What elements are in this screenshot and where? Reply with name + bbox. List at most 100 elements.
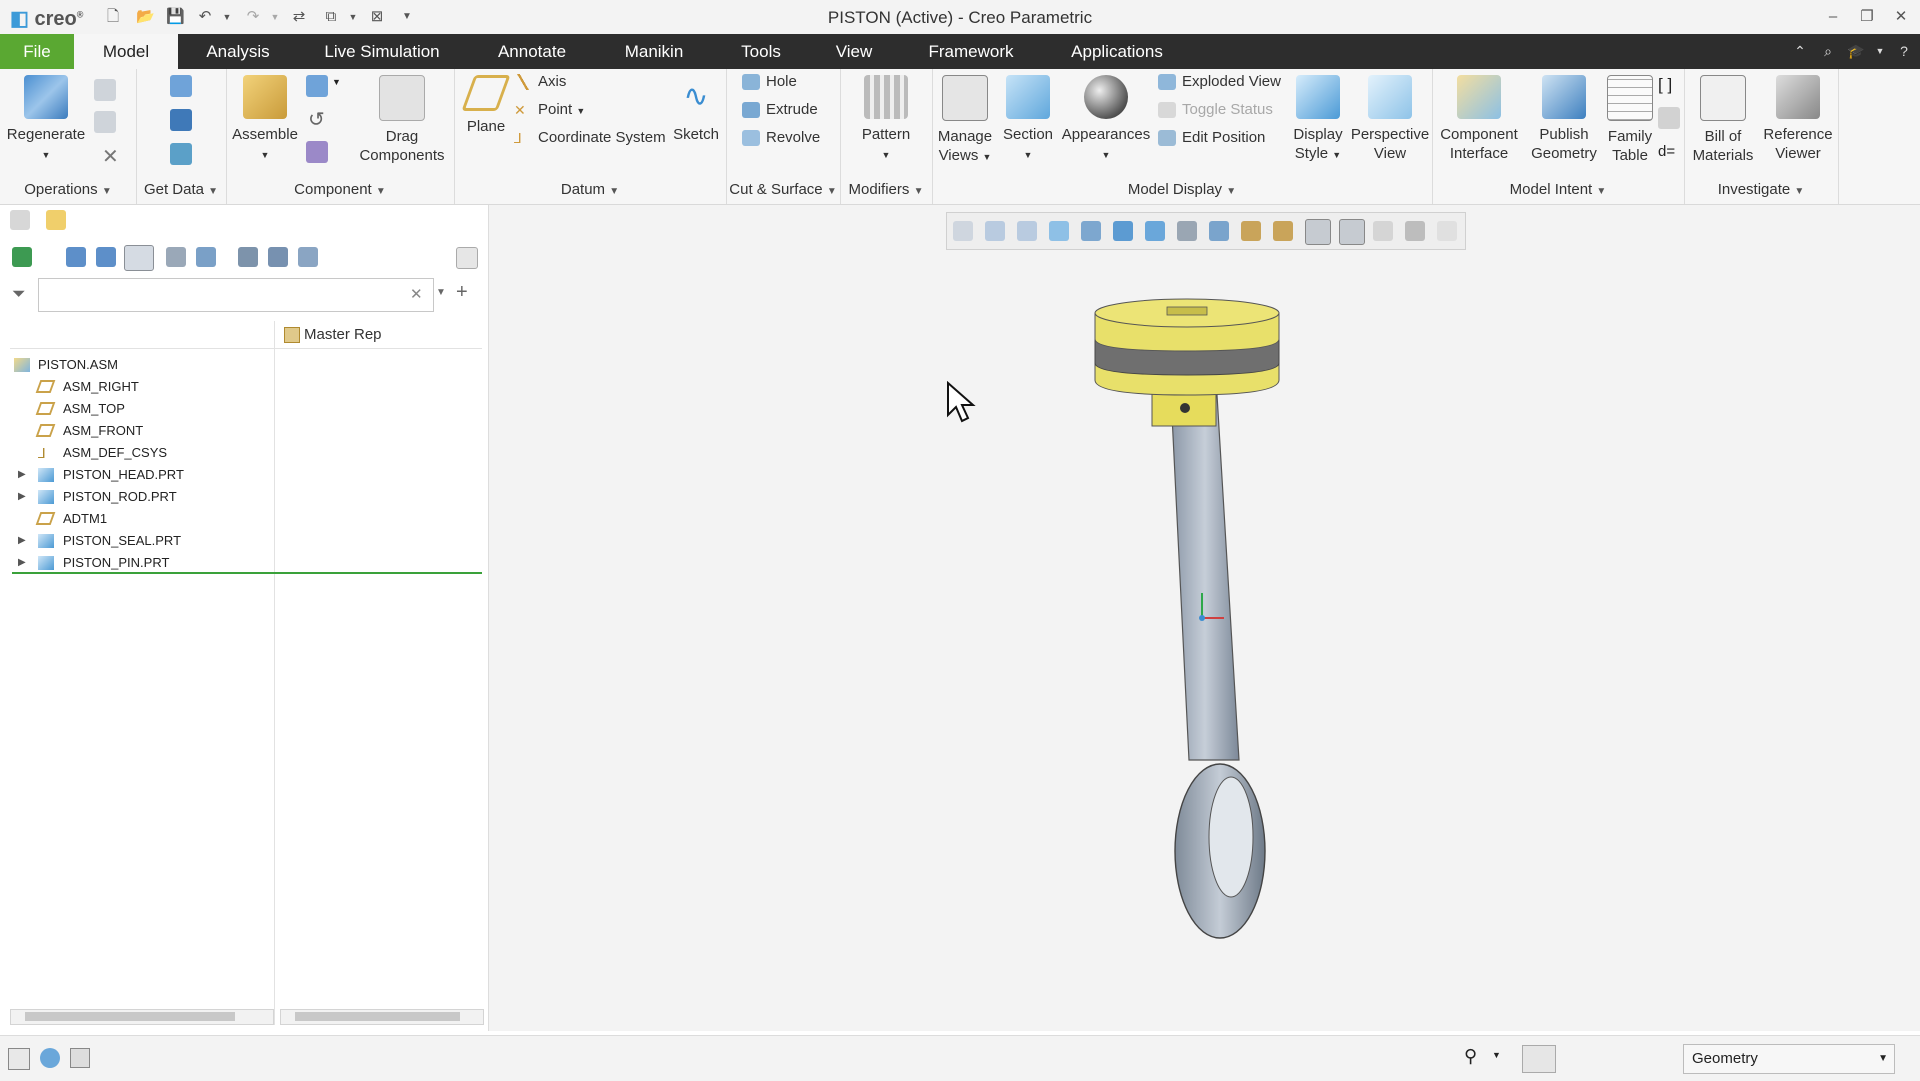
- tree-item-asm-top[interactable]: ASM_TOP: [0, 398, 274, 420]
- hole-button[interactable]: Hole: [742, 71, 797, 93]
- help-icon[interactable]: ?: [1894, 41, 1914, 61]
- plane-button[interactable]: Plane: [458, 75, 514, 136]
- repeat-icon[interactable]: ↺: [308, 107, 325, 132]
- point-button[interactable]: ✕ Point ▼: [514, 99, 585, 121]
- user-defined-feature-icon[interactable]: [170, 75, 192, 97]
- tab-framework[interactable]: Framework: [912, 34, 1030, 69]
- minimize-icon[interactable]: –: [1822, 6, 1844, 28]
- group-label-model-display[interactable]: Model Display ▼: [932, 181, 1432, 198]
- create-component-dropdown-icon[interactable]: ▼: [332, 77, 341, 87]
- expand-arrow-icon[interactable]: ▶: [18, 486, 26, 508]
- group-label-cut-surface[interactable]: Cut & Surface ▼: [726, 181, 840, 198]
- family-table-button[interactable]: Family Table: [1604, 75, 1656, 165]
- paste-icon[interactable]: [94, 111, 116, 133]
- tree-filters-icon[interactable]: [66, 247, 86, 267]
- tree-options-icon[interactable]: [298, 247, 318, 267]
- model-tree-tab-icon[interactable]: [10, 210, 30, 230]
- tree-item-piston-head[interactable]: ▶ PISTON_HEAD.PRT: [0, 464, 274, 486]
- tree-item-piston-rod[interactable]: ▶ PISTON_ROD.PRT: [0, 486, 274, 508]
- piston-assembly-model[interactable]: [489, 205, 1920, 1031]
- group-label-modifiers[interactable]: Modifiers ▼: [840, 181, 932, 198]
- group-label-component[interactable]: Component ▼: [226, 181, 454, 198]
- switch-dimensions-icon[interactable]: d=: [1658, 143, 1675, 160]
- folder-browser-tab-icon[interactable]: [46, 210, 66, 230]
- group-label-investigate[interactable]: Investigate ▼: [1684, 181, 1838, 198]
- navigator-toggle-icon[interactable]: [8, 1048, 30, 1070]
- reference-viewer-button[interactable]: Reference Viewer: [1760, 75, 1836, 163]
- search-dropdown-icon[interactable]: ▼: [436, 287, 446, 298]
- perspective-view-button[interactable]: Perspective View: [1350, 75, 1430, 163]
- create-component-icon[interactable]: [306, 75, 328, 97]
- collapse-ribbon-icon[interactable]: ⌃: [1790, 41, 1810, 61]
- group-label-datum[interactable]: Datum ▼: [454, 181, 726, 198]
- add-column-icon[interactable]: +: [456, 281, 468, 304]
- assemble-button[interactable]: Assemble ▼: [230, 75, 300, 165]
- expand-arrow-icon[interactable]: ▶: [18, 464, 26, 486]
- tab-tools[interactable]: Tools: [724, 34, 798, 69]
- appearances-button[interactable]: Appearances ▼: [1060, 75, 1152, 165]
- restore-icon[interactable]: ❐: [1856, 6, 1878, 28]
- section-button[interactable]: Section ▼: [998, 75, 1058, 165]
- tree-item-asm-def-csys[interactable]: ⅃ ASM_DEF_CSYS: [0, 442, 274, 464]
- parameters-icon[interactable]: [1658, 107, 1680, 129]
- expand-arrow-icon[interactable]: ▶: [18, 552, 26, 574]
- tree-search-input[interactable]: [38, 278, 434, 312]
- group-label-operations[interactable]: Operations ▼: [0, 181, 136, 198]
- expand-all-icon[interactable]: [166, 247, 186, 267]
- tree-item-piston-asm[interactable]: PISTON.ASM: [0, 354, 274, 376]
- search-icon[interactable]: ⌕: [1818, 41, 1838, 61]
- find-icon[interactable]: ⚲: [1464, 1046, 1486, 1068]
- bill-of-materials-button[interactable]: Bill of Materials: [1686, 75, 1760, 165]
- tab-analysis[interactable]: Analysis: [188, 34, 288, 69]
- publish-geometry-button[interactable]: Publish Geometry: [1524, 75, 1604, 163]
- tab-model[interactable]: Model: [74, 34, 178, 69]
- detail-panel-icon[interactable]: [456, 247, 478, 269]
- piston-rod[interactable]: [1170, 394, 1240, 761]
- delete-icon[interactable]: ✕: [102, 144, 119, 169]
- coordinate-system-button[interactable]: ⅃ Coordinate System: [514, 127, 666, 149]
- insert-indicator[interactable]: [12, 572, 482, 574]
- tree-item-piston-seal[interactable]: ▶ PISTON_SEAL.PRT: [0, 530, 274, 552]
- manage-views-button[interactable]: Manage Views ▼: [934, 75, 996, 167]
- toggle-status-button[interactable]: Toggle Status: [1158, 99, 1273, 121]
- component-interface-button[interactable]: Component Interface: [1436, 75, 1522, 163]
- group-label-model-intent[interactable]: Model Intent ▼: [1432, 181, 1684, 198]
- tab-applications[interactable]: Applications: [1054, 34, 1180, 69]
- tree-item-asm-right[interactable]: ASM_RIGHT: [0, 376, 274, 398]
- find-dropdown-icon[interactable]: ▼: [1492, 1050, 1501, 1060]
- column-divider[interactable]: [274, 321, 275, 1025]
- extrude-button[interactable]: Extrude: [742, 99, 818, 121]
- graphics-area[interactable]: [489, 205, 1920, 1031]
- tab-manikin[interactable]: Manikin: [612, 34, 696, 69]
- show-icon[interactable]: [12, 247, 32, 267]
- rod-big-end-bore[interactable]: [1208, 776, 1254, 898]
- tree-item-asm-front[interactable]: ASM_FRONT: [0, 420, 274, 442]
- drag-components-button[interactable]: Drag Components: [354, 75, 450, 165]
- group-label-get-data[interactable]: Get Data ▼: [136, 181, 226, 198]
- tab-view[interactable]: View: [822, 34, 886, 69]
- close-icon[interactable]: ✕: [1890, 6, 1912, 28]
- tab-annotate[interactable]: Annotate: [478, 34, 586, 69]
- selection-options-icon[interactable]: [1522, 1045, 1556, 1073]
- revolve-button[interactable]: Revolve: [742, 127, 820, 149]
- tree-item-piston-pin[interactable]: ▶ PISTON_PIN.PRT: [0, 552, 274, 574]
- tree-layout-icon[interactable]: [124, 245, 154, 271]
- edit-position-button[interactable]: Edit Position: [1158, 127, 1265, 149]
- layers-icon[interactable]: [268, 247, 288, 267]
- exploded-view-button[interactable]: Exploded View: [1158, 71, 1281, 93]
- mirror-component-icon[interactable]: [306, 141, 328, 163]
- column-horizontal-scrollbar[interactable]: [280, 1009, 484, 1025]
- axis-button[interactable]: Axis: [514, 71, 566, 93]
- copy-icon[interactable]: [94, 79, 116, 101]
- regenerate-button[interactable]: Regenerate ▼: [6, 75, 86, 165]
- column-header-master-rep[interactable]: Master Rep: [284, 322, 382, 348]
- shrinkwrap-icon[interactable]: [170, 143, 192, 165]
- settings-icon[interactable]: [238, 247, 258, 267]
- learning-icon[interactable]: 🎓: [1846, 41, 1866, 61]
- tree-item-adtm1[interactable]: ADTM1: [0, 508, 274, 530]
- sketch-button[interactable]: ∿ Sketch: [668, 75, 724, 144]
- tree-horizontal-scrollbar[interactable]: [10, 1009, 274, 1025]
- tab-live-simulation[interactable]: Live Simulation: [308, 34, 456, 69]
- expand-arrow-icon[interactable]: ▶: [18, 530, 26, 552]
- full-screen-icon[interactable]: [70, 1048, 90, 1068]
